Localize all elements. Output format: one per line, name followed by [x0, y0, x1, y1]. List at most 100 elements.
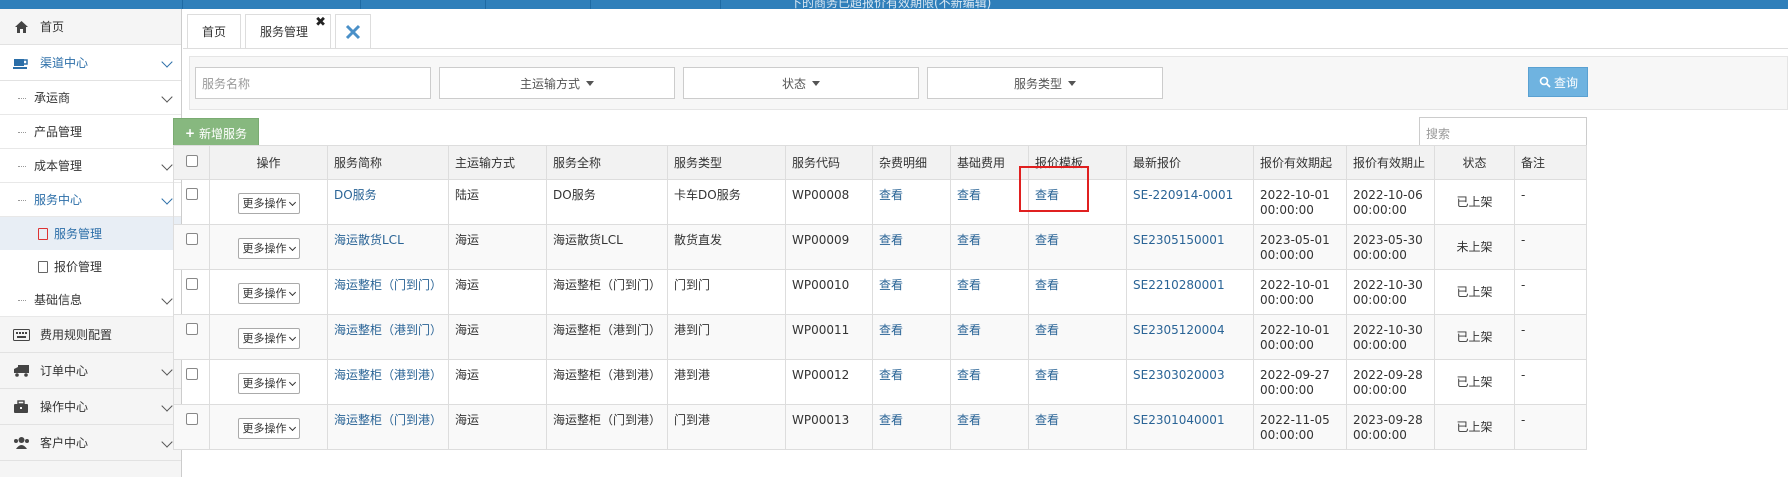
more-actions-cell: 更多操作: [209, 359, 328, 405]
transport-mode-cell: 海运: [448, 269, 548, 315]
row-checkbox[interactable]: [173, 269, 210, 315]
status-cell: 已上架: [1434, 359, 1516, 405]
more-actions-button[interactable]: 更多操作: [237, 418, 300, 439]
latest-quote-link[interactable]: SE2305150001: [1133, 233, 1225, 247]
keyboard-icon: [12, 327, 30, 343]
service-short-name[interactable]: 海运整柜（门到港）: [326, 404, 450, 450]
sidebar-item-ops-center[interactable]: 操作中心: [0, 389, 181, 425]
service-code-cell: WP00011: [785, 314, 874, 360]
service-short-name-link[interactable]: 海运整柜（港到港）: [334, 368, 442, 382]
service-short-name-link[interactable]: 海运散货LCL: [334, 233, 404, 247]
view-quote-template-link[interactable]: 查看: [1035, 413, 1059, 427]
service-name-input[interactable]: 服务名称: [195, 67, 431, 99]
view-base-fee-link[interactable]: 查看: [957, 368, 981, 382]
latest-quote-link[interactable]: SE2303020003: [1133, 368, 1225, 382]
row-checkbox[interactable]: [173, 179, 210, 225]
sidebar-item-customer-center[interactable]: 客户中心: [0, 425, 181, 461]
view-base-fee-link[interactable]: 查看: [957, 188, 981, 202]
sidebar-item-fee-rules[interactable]: 费用规则配置: [0, 317, 181, 353]
service-code-cell: WP00012: [785, 359, 874, 405]
view-misc-fee-link[interactable]: 查看: [879, 368, 903, 382]
sidebar-item-order-center[interactable]: 订单中心: [0, 353, 181, 389]
service-short-name[interactable]: DO服务: [326, 179, 450, 225]
column-header: 状态: [1434, 145, 1516, 180]
valid-to-time: 00:00:00: [1353, 248, 1407, 262]
column-header: 操作: [209, 145, 328, 180]
view-misc-fee-link[interactable]: 查看: [879, 413, 903, 427]
row-checkbox[interactable]: [173, 314, 210, 360]
service-short-name-link[interactable]: 海运整柜（门到门）: [334, 278, 442, 292]
service-short-name[interactable]: 海运整柜（港到门）: [326, 314, 450, 360]
row-checkbox[interactable]: [173, 359, 210, 405]
latest-quote-link[interactable]: SE-220914-0001: [1133, 188, 1233, 202]
valid-to-cell: 2022-10-30 00:00:00: [1346, 269, 1436, 315]
valid-to-cell: 2022-10-06 00:00:00: [1346, 179, 1436, 225]
sidebar-item-carrier[interactable]: 承运商: [0, 81, 181, 115]
more-actions-button[interactable]: 更多操作: [237, 373, 300, 394]
view-misc-fee-link[interactable]: 查看: [879, 278, 903, 292]
view-misc-fee-link[interactable]: 查看: [879, 188, 903, 202]
transport-mode-cell: 陆运: [448, 179, 548, 225]
more-actions-label: 更多操作: [242, 422, 287, 435]
select-all-checkbox[interactable]: [173, 145, 210, 180]
service-short-name[interactable]: 海运整柜（港到港）: [326, 359, 450, 405]
latest-quote-link[interactable]: SE2301040001: [1133, 413, 1225, 427]
service-type-cell: 门到门: [667, 269, 787, 315]
close-all-tabs-button[interactable]: [335, 14, 372, 48]
view-quote-template-link[interactable]: 查看: [1035, 233, 1059, 247]
row-checkbox[interactable]: [173, 224, 210, 270]
view-quote-template-link[interactable]: 查看: [1035, 278, 1059, 292]
view-base-fee-link[interactable]: 查看: [957, 278, 981, 292]
more-actions-button[interactable]: 更多操作: [237, 328, 300, 349]
sidebar-item-home[interactable]: 首页: [0, 9, 181, 45]
view-misc-fee-link[interactable]: 查看: [879, 233, 903, 247]
service-short-name-link[interactable]: DO服务: [334, 188, 377, 202]
transport-mode-select[interactable]: 主运输方式: [439, 67, 675, 99]
view-base-fee-link[interactable]: 查看: [957, 413, 981, 427]
service-full-name-cell: 海运整柜（港到港）: [546, 359, 669, 405]
sidebar-item-channel-center[interactable]: 渠道中心: [0, 45, 181, 81]
view-quote-template-link[interactable]: 查看: [1035, 368, 1059, 382]
service-type-select[interactable]: 服务类型: [927, 67, 1163, 99]
valid-from-date: 2022-10-01: [1260, 323, 1330, 337]
latest-quote-link[interactable]: SE2305120004: [1133, 323, 1225, 337]
service-short-name[interactable]: 海运散货LCL: [326, 224, 450, 270]
chevron-down-icon: [288, 423, 296, 432]
close-icon[interactable]: ✖: [315, 15, 326, 30]
service-code-cell: WP00009: [785, 224, 874, 270]
tab-service-mgmt[interactable]: 服务管理 ✖: [245, 14, 332, 48]
valid-from-cell: 2023-05-01 00:00:00: [1253, 224, 1348, 270]
sidebar-item-cost-mgmt[interactable]: 成本管理: [0, 149, 181, 183]
service-short-name[interactable]: 海运整柜（门到门）: [326, 269, 450, 315]
home-icon: [12, 19, 30, 35]
row-checkbox[interactable]: [173, 404, 210, 450]
service-short-name-link[interactable]: 海运整柜（港到门）: [334, 323, 442, 337]
view-misc-fee-link[interactable]: 查看: [879, 323, 903, 337]
sidebar-item-base-info[interactable]: 基础信息: [0, 283, 181, 317]
view-quote-template-link[interactable]: 查看: [1035, 323, 1059, 337]
more-actions-button[interactable]: 更多操作: [237, 238, 300, 259]
column-header: 报价有效期止: [1346, 145, 1436, 180]
more-actions-button[interactable]: 更多操作: [237, 283, 300, 304]
sidebar-item-service-center[interactable]: 服务中心: [0, 183, 181, 217]
latest-quote-link[interactable]: SE2210280001: [1133, 278, 1225, 292]
add-service-button[interactable]: + 新增服务: [173, 118, 259, 148]
service-type-cell: 散货直发: [667, 224, 787, 270]
tab-label: 首页: [202, 25, 227, 39]
sidebar-item-service-mgmt[interactable]: 服务管理: [0, 217, 182, 250]
query-button[interactable]: 查询: [1528, 67, 1588, 97]
view-base-fee-link[interactable]: 查看: [957, 233, 981, 247]
valid-from-cell: 2022-10-01 00:00:00: [1253, 179, 1348, 225]
status-select[interactable]: 状态: [683, 67, 919, 99]
tab-home[interactable]: 首页: [187, 14, 242, 48]
sidebar-item-label: 承运商: [34, 91, 71, 105]
table-row: 更多操作 DO服务 陆运 DO服务 卡车DO服务 WP00008 查看 查看 查看 SE-2209…: [173, 179, 1588, 225]
chevron-down-icon: [288, 378, 296, 387]
sidebar-item-quote-mgmt[interactable]: 报价管理: [0, 250, 181, 283]
misc-fee-cell: 查看: [872, 269, 952, 315]
more-actions-button[interactable]: 更多操作: [237, 193, 300, 214]
service-short-name-link[interactable]: 海运整柜（门到港）: [334, 413, 442, 427]
sidebar-item-product-mgmt[interactable]: 产品管理: [0, 115, 181, 149]
valid-from-time: 00:00:00: [1260, 248, 1314, 262]
view-base-fee-link[interactable]: 查看: [957, 323, 981, 337]
